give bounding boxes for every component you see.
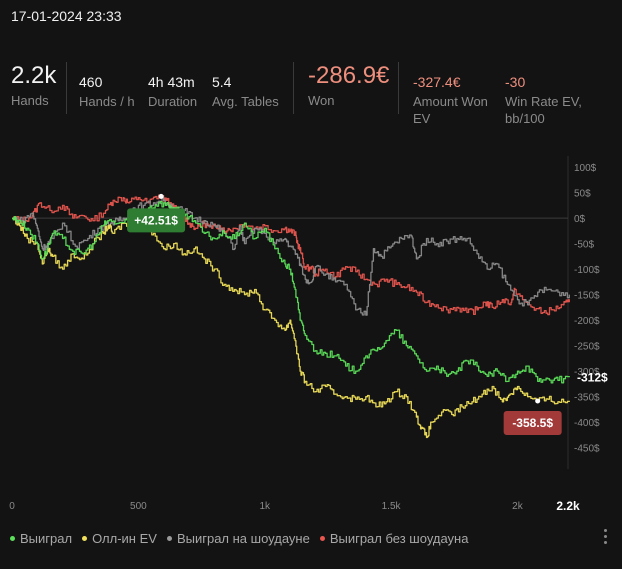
legend-dot [10, 536, 15, 541]
stat-duration-label: Duration [148, 94, 198, 109]
x-tick-label: 1.5k [382, 501, 402, 512]
y-tick-label: -450$ [574, 444, 600, 455]
legend-item-showdown[interactable]: Выиграл на шоудауне [166, 531, 310, 546]
stat-hands: 2.2k Hands [11, 62, 56, 109]
x-tick-label: 0 [9, 501, 15, 512]
y-tick-label: 50$ [574, 189, 591, 200]
legend-item-won[interactable]: Выиграл [10, 531, 72, 546]
annotation-marker [158, 193, 164, 199]
stat-amount-won-ev-label: Amount Won EV [413, 94, 488, 126]
stat-won-label: Won [308, 93, 335, 108]
stat-avg-tables-value: 5.4 [212, 74, 232, 90]
legend-label: Олл-ин EV [92, 531, 157, 546]
annotation-marker [535, 398, 541, 404]
y-tick-label: -400$ [574, 418, 600, 429]
x-tick-label: 1k [259, 501, 271, 512]
annotation-label: +42.51$ [134, 213, 178, 227]
legend-item-allin-ev[interactable]: Олл-ин EV [82, 531, 157, 546]
annotation-label: -358.5$ [512, 416, 553, 430]
legend-dot [82, 536, 88, 541]
series-end-label: -312$ [577, 370, 608, 384]
legend-dot [319, 536, 325, 541]
stat-win-rate-ev: -30 Win Rate EV, bb/100 [505, 62, 582, 127]
stat-amount-won-ev: -327.4€ Amount Won EV [413, 62, 488, 127]
stats-divider [293, 62, 294, 114]
y-tick-label: -150$ [574, 291, 600, 302]
more-options-icon[interactable] [604, 528, 608, 546]
legend-label: Выиграл без шоудауна [329, 531, 469, 546]
stat-duration: 4h 43m Duration [148, 62, 197, 110]
stat-hands-per-hour-label: Hands / h [79, 94, 135, 109]
x-tick-label: 2k [512, 501, 524, 512]
legend-label: Выиграл на шоудауне [176, 531, 310, 546]
stat-amount-won-ev-value: -327.4€ [413, 74, 461, 90]
x-end-label: 2.2k [556, 499, 580, 513]
legend-label: Выиграл [20, 531, 73, 546]
stat-hands-value: 2.2k [11, 62, 57, 89]
y-tick-label: -350$ [574, 393, 600, 404]
stat-avg-tables: 5.4 Avg. Tables [212, 62, 279, 110]
y-tick-label: 100$ [574, 163, 597, 174]
profit-graph[interactable]: 100$50$0$-50$-100$-150$-200$-250$-300$-3… [0, 150, 622, 520]
legend-dot [166, 536, 172, 541]
stat-win-rate-ev-value: -30 [505, 74, 526, 90]
stat-won: -286.9€ Won [308, 62, 389, 109]
stat-won-value: -286.9€ [308, 62, 390, 89]
y-tick-label: -50$ [574, 240, 594, 251]
stat-avg-tables-label: Avg. Tables [212, 94, 279, 109]
stat-hands-label: Hands [11, 93, 49, 108]
stats-divider [66, 62, 67, 114]
chart-legend: Выиграл Олл-ин EV Выиграл на шоудауне Вы… [10, 531, 478, 546]
y-tick-label: -100$ [574, 265, 600, 276]
stat-win-rate-ev-label: Win Rate EV, bb/100 [505, 94, 582, 126]
stats-divider [398, 62, 399, 114]
y-tick-label: 0$ [574, 214, 586, 225]
session-datetime: 17-01-2024 23:33 [11, 8, 122, 24]
y-tick-label: -200$ [574, 316, 600, 327]
stat-hands-per-hour-value: 460 [79, 74, 103, 90]
series-line [12, 194, 570, 316]
x-tick-label: 500 [130, 501, 147, 512]
legend-item-non-showdown[interactable]: Выиграл без шоудауна [319, 531, 469, 546]
series-line [12, 217, 570, 439]
stat-duration-value: 4h 43m [148, 74, 195, 90]
stat-hands-per-hour: 460 Hands / h [79, 62, 135, 110]
y-tick-label: -250$ [574, 342, 600, 353]
